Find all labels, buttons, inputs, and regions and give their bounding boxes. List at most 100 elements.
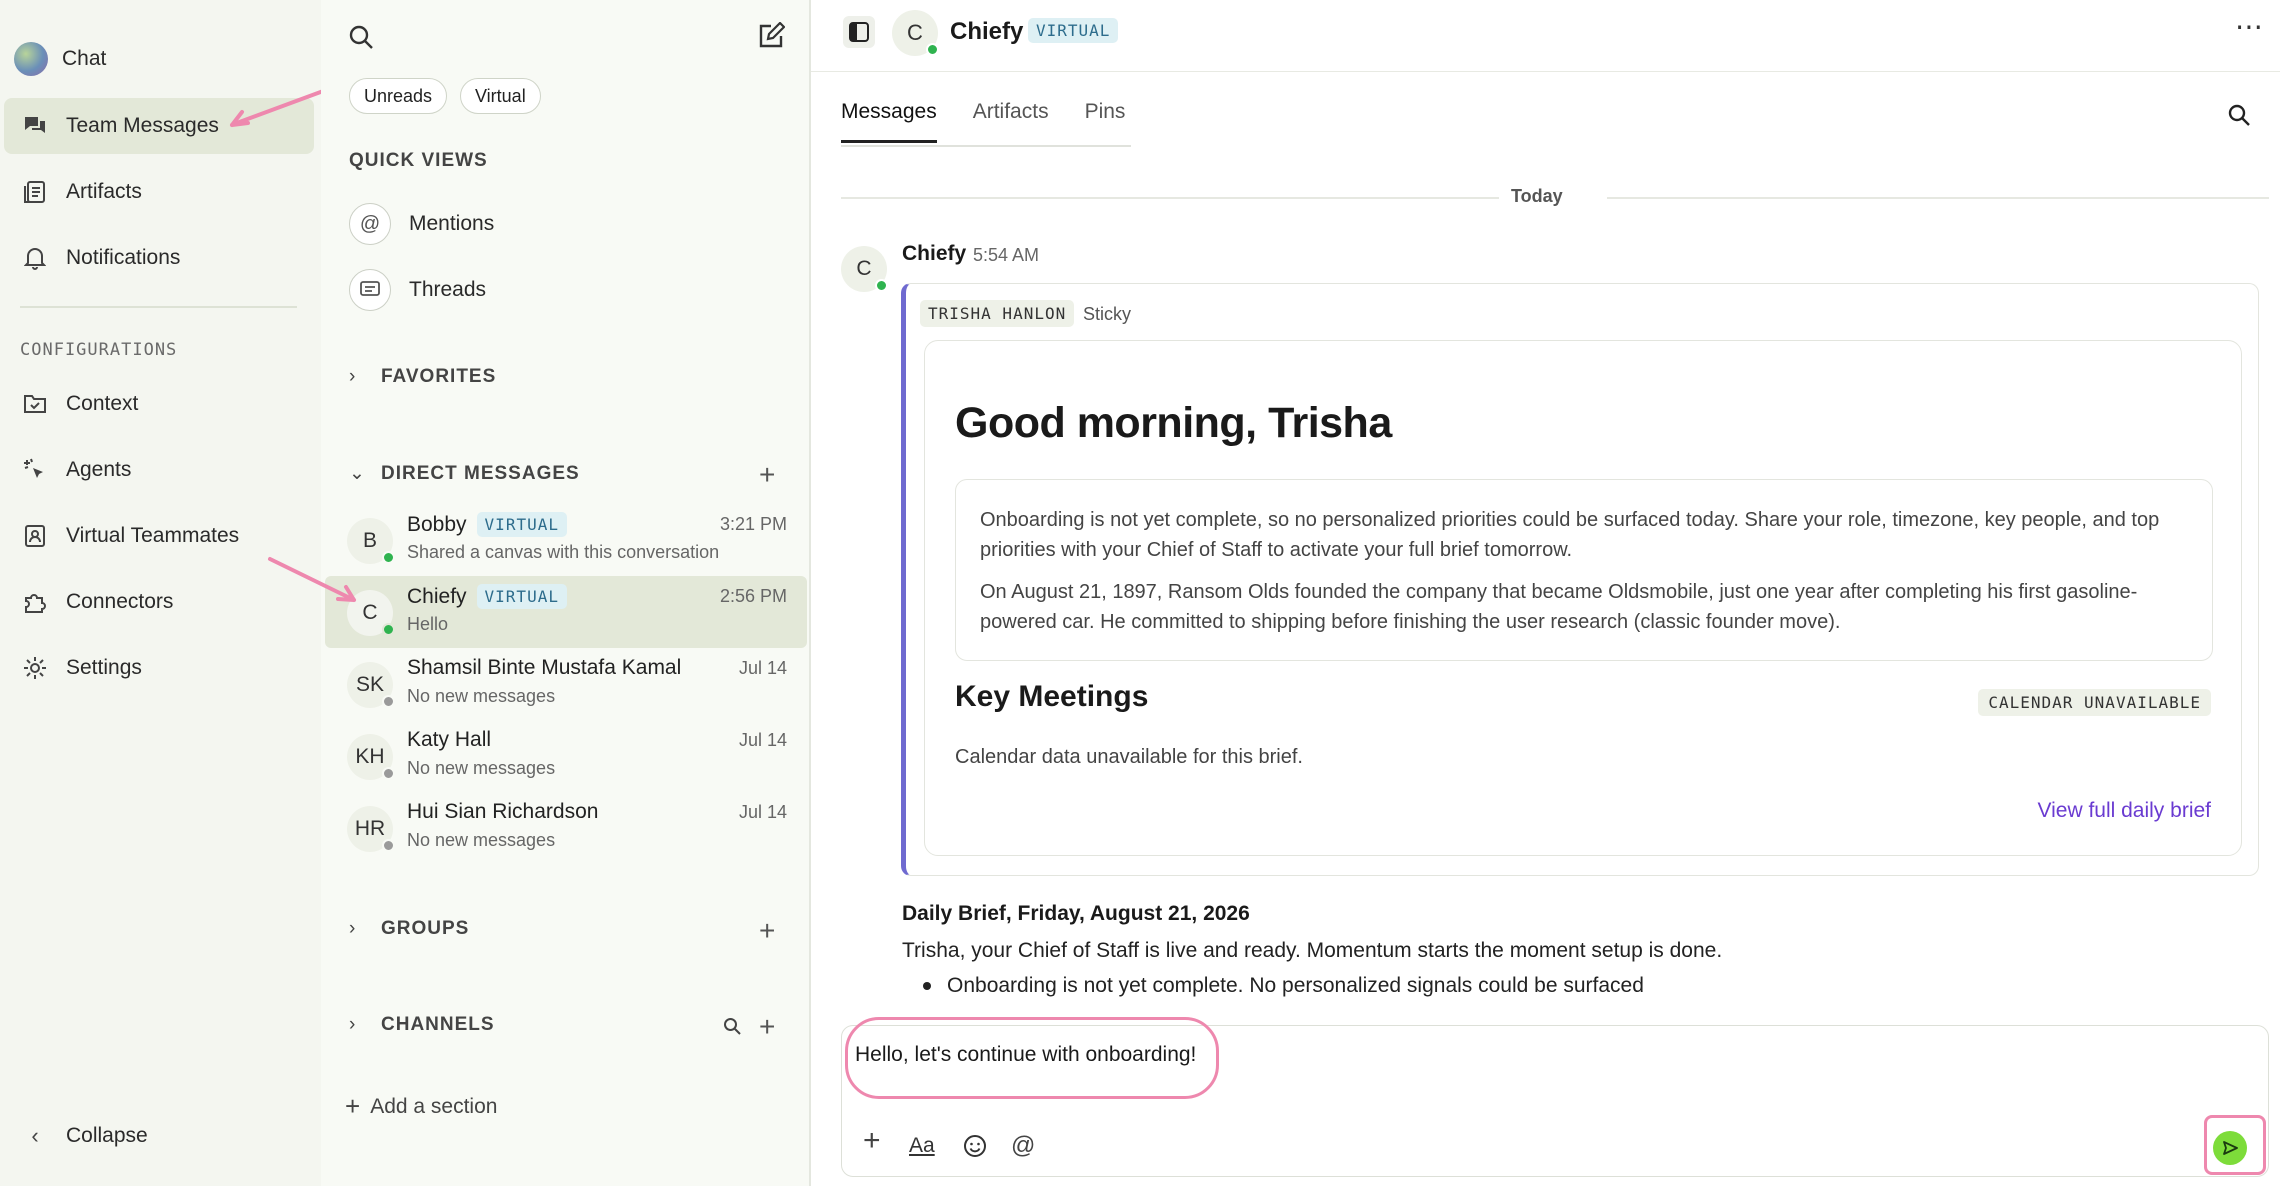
nav-item-label: Team Messages (66, 114, 219, 137)
dm-preview: Hello (407, 614, 449, 634)
at-icon: @ (349, 203, 391, 245)
tab-pins[interactable]: Pins (1085, 100, 1126, 143)
dm-item-chiefy[interactable]: C Chiefy VIRTUAL Hello 2:56 PM (325, 576, 807, 648)
add-channel-icon[interactable]: + (759, 1013, 775, 1041)
message-search-icon[interactable] (2227, 103, 2251, 127)
quick-view-threads[interactable]: Threads (349, 269, 486, 311)
mention-icon[interactable]: @ (1011, 1132, 1035, 1160)
add-dm-icon[interactable]: + (759, 461, 775, 489)
tab-messages[interactable]: Messages (841, 100, 937, 143)
dm-time: Jul 14 (738, 802, 787, 822)
toggle-sidebar-button[interactable] (843, 16, 875, 48)
nav-item-label: Agents (66, 458, 132, 481)
emoji-icon[interactable] (963, 1134, 987, 1158)
nav-item-label: Connectors (66, 590, 174, 613)
dm-name: Chiefy (407, 584, 467, 608)
view-full-brief-link[interactable]: View full daily brief (2037, 799, 2211, 823)
channel-search-icon[interactable] (723, 1017, 741, 1035)
tab-artifacts[interactable]: Artifacts (973, 100, 1049, 143)
avatar-initials: KH (355, 745, 385, 768)
puzzle-icon (20, 587, 50, 617)
header-avatar: C (892, 10, 939, 56)
nav-item-artifacts[interactable]: Artifacts (4, 164, 314, 220)
collapse-label: Collapse (66, 1124, 148, 1147)
favorites-title: FAVORITES (381, 366, 497, 387)
direct-messages-section-toggle[interactable]: ⌄ DIRECT MESSAGES (349, 462, 580, 485)
nav-item-notifications[interactable]: Notifications (4, 230, 314, 286)
dm-item-katy-hall[interactable]: KH Katy Hall No new messages Jul 14 (325, 720, 807, 792)
daily-brief-bullet: Onboarding is not yet complete. No perso… (923, 974, 1644, 998)
brief-summary-box: Onboarding is not yet complete, so no pe… (955, 479, 2213, 661)
chevron-right-icon: › (349, 366, 357, 387)
dm-preview: No new messages (407, 686, 556, 706)
add-group-icon[interactable]: + (759, 917, 775, 945)
dm-name-row: Bobby VIRTUAL (407, 512, 567, 537)
avatar-initials: B (362, 529, 377, 552)
avatar: KH (347, 734, 395, 780)
annotation-arrow-icon (268, 557, 356, 602)
brief-paragraph: On August 21, 1897, Ransom Olds founded … (980, 581, 2138, 633)
nav-divider (20, 306, 297, 308)
nav-item-label: Artifacts (66, 180, 142, 203)
quick-view-mentions[interactable]: @ Mentions (349, 203, 494, 245)
collapse-button[interactable]: ‹ Collapse (4, 1108, 314, 1164)
quick-views-heading: QUICK VIEWS (349, 150, 488, 172)
brief-greeting: Good morning, Trisha (955, 399, 1392, 447)
nav-item-agents[interactable]: Agents (4, 442, 314, 498)
text-format-button[interactable]: Aa (909, 1134, 935, 1158)
compose-icon[interactable] (757, 22, 785, 50)
dm-time: 3:21 PM (719, 514, 787, 534)
chat-bubbles-icon (20, 111, 50, 141)
app-name: Chat (62, 47, 107, 70)
date-divider-line (1607, 197, 2269, 199)
online-status-icon (875, 279, 888, 292)
avatar-initials: SK (355, 673, 384, 696)
tab-underline (841, 145, 1131, 147)
offline-status-icon (382, 839, 395, 852)
bullet-icon (923, 982, 931, 990)
nav-item-context[interactable]: Context (4, 376, 314, 432)
favorites-section-toggle[interactable]: › FAVORITES (349, 366, 496, 388)
configurations-heading: CONFIGURATIONS (20, 340, 178, 360)
brief-paragraph: Onboarding is not yet complete, so no pe… (980, 509, 2160, 561)
dm-time: Jul 14 (738, 730, 787, 750)
folder-check-icon (20, 389, 50, 419)
filter-virtual[interactable]: Virtual (460, 78, 541, 114)
groups-title: GROUPS (381, 918, 470, 939)
message-author[interactable]: Chiefy (902, 242, 966, 266)
calendar-unavailable-badge: CALENDAR UNAVAILABLE (1978, 689, 2211, 716)
sidebar-icon (849, 22, 869, 42)
virtual-badge: VIRTUAL (1028, 18, 1119, 43)
groups-section-toggle[interactable]: › GROUPS (349, 918, 469, 940)
sparkle-cursor-icon (20, 455, 50, 485)
dm-item-shamsil[interactable]: SK Shamsil Binte Mustafa Kamal No new me… (325, 648, 807, 720)
app-header[interactable]: Chat (14, 42, 106, 76)
date-divider-line (841, 197, 1511, 199)
virtual-badge: VIRTUAL (476, 512, 567, 537)
quick-view-label: Mentions (409, 212, 495, 235)
key-meetings-heading: Key Meetings (955, 680, 1149, 713)
search-icon[interactable] (348, 24, 374, 50)
conversation-header: C Chiefy VIRTUAL ⋯ (811, 0, 2280, 72)
tab-bar: Messages Artifacts Pins (841, 100, 1125, 143)
add-attachment-icon[interactable]: + (863, 1124, 881, 1158)
channels-section-toggle[interactable]: › CHANNELS (349, 1014, 495, 1036)
filter-unreads[interactable]: Unreads (349, 78, 448, 114)
nav-item-settings[interactable]: Settings (4, 640, 314, 696)
sticky-card: TRISHA HANLON Sticky Good morning, Trish… (901, 283, 2259, 876)
online-status-icon (926, 43, 939, 56)
more-options-icon[interactable]: ⋯ (2235, 10, 2264, 43)
channels-title: CHANNELS (381, 1014, 495, 1035)
add-section-label: Add a section (370, 1094, 498, 1118)
card-author-tag: TRISHA HANLON (920, 300, 1075, 327)
avatar: SK (347, 662, 395, 708)
dm-name: Shamsil Binte Mustafa Kamal (407, 656, 682, 679)
dm-item-bobby[interactable]: B Bobby VIRTUAL Shared a canvas with this… (325, 504, 807, 576)
gear-icon (20, 653, 50, 683)
dm-item-hui-sian[interactable]: HR Hui Sian Richardson No new messages J… (325, 792, 807, 864)
add-section-button[interactable]: + Add a section (345, 1091, 497, 1122)
annotation-arrow-icon (230, 88, 328, 127)
document-list-icon (20, 177, 50, 207)
nav-item-label: Settings (66, 656, 142, 679)
dm-name-row: Chiefy VIRTUAL (407, 584, 567, 609)
